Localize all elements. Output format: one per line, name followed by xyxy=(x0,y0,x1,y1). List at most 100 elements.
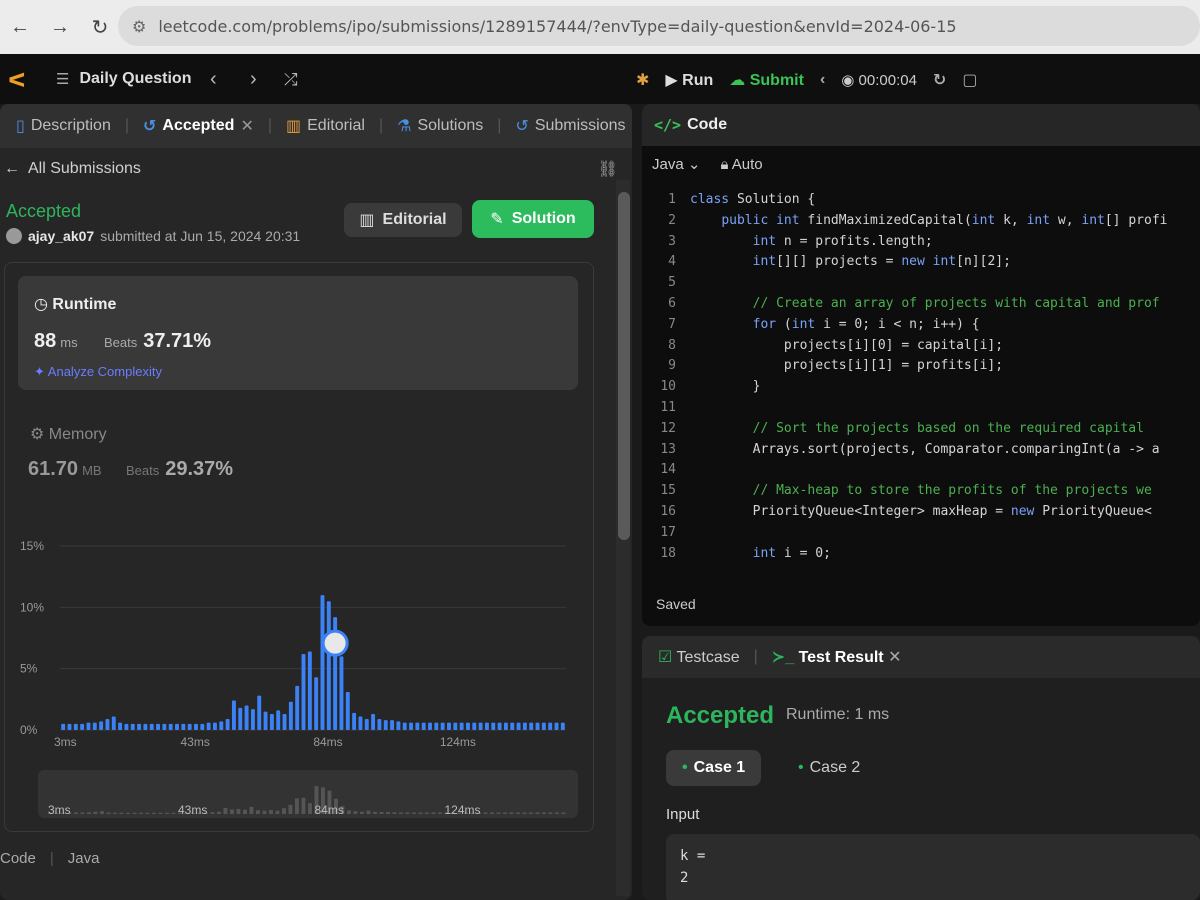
code-text: } xyxy=(690,379,761,395)
lock-icon: 🔒︎ xyxy=(720,155,729,173)
mini-bar xyxy=(145,812,150,814)
mini-bar xyxy=(366,810,371,814)
distribution-bar xyxy=(143,723,148,730)
code-editor[interactable]: 1 class Solution {2 public int findMaximi… xyxy=(642,190,1200,576)
case-1-tab[interactable]: • Case 1 xyxy=(666,750,762,786)
code-text: projects[i][0] = capital[i]; xyxy=(690,337,1004,353)
debug-icon[interactable]: ✱ xyxy=(636,70,649,90)
list-icon: ☰ xyxy=(56,71,70,88)
site-settings-icon[interactable]: ⚙ xyxy=(132,17,146,36)
mini-x-label: 124ms xyxy=(445,803,481,817)
runtime-card[interactable]: ◷ Runtime 88 ms Beats 37.71% ✦ Analyze Com… xyxy=(18,276,578,390)
code-line: 9 projects[i][1] = profits[i]; xyxy=(642,356,1200,377)
memory-unit: MB xyxy=(82,463,102,478)
distribution-bar xyxy=(415,722,420,730)
username[interactable]: ajay_ak07 xyxy=(28,228,94,244)
editorial-button[interactable]: ▥ Editorial xyxy=(344,203,462,237)
x-tick-label: 84ms xyxy=(313,735,342,749)
case-2-tab[interactable]: • Case 2 xyxy=(782,750,876,786)
shuffle-icon[interactable]: ⤮ xyxy=(284,70,298,90)
reload-icon[interactable]: ↻ xyxy=(80,0,120,54)
tab-label: Editorial xyxy=(307,117,365,134)
result-tabs: ☑ Testcase | ≻_ Test Result ✕ xyxy=(642,636,1200,678)
analyze-complexity-link[interactable]: ✦ Analyze Complexity xyxy=(34,364,162,380)
beats-label: Beats xyxy=(126,463,160,478)
runtime-distribution-chart[interactable]: 15% 10% 5% 0% 3ms 43ms 84ms 124ms xyxy=(0,534,600,750)
distribution-bar xyxy=(314,677,319,730)
close-tab-icon[interactable]: ✕ xyxy=(888,649,901,666)
note-icon[interactable]: ▢ xyxy=(962,70,977,90)
flask-icon: ⚗ xyxy=(397,118,412,135)
range-selector[interactable]: 3ms 43ms 84ms 124ms xyxy=(38,770,578,818)
link-icon[interactable]: ⛓ xyxy=(598,159,618,179)
x-tick-label: 3ms xyxy=(54,735,77,749)
distribution-bar xyxy=(352,712,357,730)
memory-label[interactable]: ⚙ Memory xyxy=(30,424,107,444)
distribution-bar xyxy=(326,601,331,730)
solution-button[interactable]: ✎ Solution xyxy=(472,200,594,238)
tab-divider: | xyxy=(497,117,502,134)
distribution-bar xyxy=(61,723,66,730)
submit-button[interactable]: ☁ Submit xyxy=(729,70,804,90)
mini-bar xyxy=(282,808,286,814)
distribution-bar xyxy=(478,722,483,730)
mini-bar xyxy=(548,812,553,814)
distribution-bar xyxy=(244,705,249,730)
distribution-bar xyxy=(491,722,496,730)
next-problem-icon[interactable]: › xyxy=(250,68,257,91)
submission-status: Accepted xyxy=(6,201,82,221)
distribution-bar xyxy=(390,720,395,730)
code-text: // Sort the projects based on the requir… xyxy=(690,420,1144,436)
tab-accepted[interactable]: ↺ Accepted ✕ xyxy=(135,116,262,136)
code-text: class Solution { xyxy=(690,192,816,207)
distribution-bar xyxy=(421,722,426,730)
tab-description[interactable]: ▯ Description xyxy=(8,116,119,136)
mini-bar xyxy=(236,808,241,814)
reset-timer-icon[interactable]: ↻ xyxy=(933,70,946,90)
distribution-bar xyxy=(554,722,559,730)
tab-editorial[interactable]: ▥ Editorial xyxy=(278,116,373,136)
distribution-bar xyxy=(402,722,407,730)
distribution-bar xyxy=(137,723,142,730)
history-icon: ↺ xyxy=(143,118,157,135)
mini-bar xyxy=(295,798,299,814)
distribution-bar xyxy=(339,656,344,730)
tab-solutions[interactable]: ⚗ Solutions xyxy=(389,116,491,136)
run-button[interactable]: ▶ Run xyxy=(665,70,713,90)
distribution-bar xyxy=(92,722,97,730)
y-tick-label: 15% xyxy=(20,539,44,553)
leetcode-logo-icon[interactable]: ᐸ xyxy=(8,68,30,92)
forward-icon[interactable]: → xyxy=(40,0,80,54)
tab-test-result[interactable]: ≻_ Test Result ✕ xyxy=(772,647,902,667)
memory-beats-value: 29.37% xyxy=(165,458,234,480)
tab-submissions[interactable]: ↺ Submissions xyxy=(507,116,632,136)
mini-bar xyxy=(516,812,520,814)
daily-question-nav[interactable]: ☰ Daily Question xyxy=(56,70,191,88)
run-label: Run xyxy=(682,72,714,89)
language-select[interactable]: Java ⌄ xyxy=(652,155,700,173)
collapse-icon[interactable]: ‹ xyxy=(820,71,825,89)
back-icon[interactable]: ← xyxy=(0,0,40,54)
code-line: 16 PriorityQueue<Integer> maxHeap = new … xyxy=(642,502,1200,523)
book-icon: ▥ xyxy=(286,118,302,135)
mini-bar xyxy=(529,812,533,814)
tab-testcase[interactable]: ☑ Testcase xyxy=(658,647,740,667)
distribution-bar xyxy=(187,723,192,730)
all-submissions-link[interactable]: ← All Submissions ⛓ xyxy=(0,148,632,190)
mini-bar xyxy=(353,811,358,814)
runtime-number: 88 xyxy=(34,330,57,352)
code-text: int[][] projects = new int[n][2]; xyxy=(752,254,1011,270)
address-bar[interactable]: ⚙ leetcode.com/problems/ipo/submissions/… xyxy=(118,6,1200,46)
distribution-bar xyxy=(73,723,78,730)
avatar xyxy=(6,228,22,244)
auto-mode[interactable]: 🔒︎ Auto xyxy=(720,156,762,173)
code-line: 15 // Max-heap to store the profits of t… xyxy=(642,481,1200,502)
code-line: 14 xyxy=(642,460,1200,481)
prev-problem-icon[interactable]: ‹ xyxy=(210,68,217,91)
timer[interactable]: ◉ 00:00:04 xyxy=(841,71,917,89)
mini-bar xyxy=(509,812,514,814)
scrollbar-thumb[interactable] xyxy=(618,192,630,540)
distribution-bar xyxy=(200,723,205,730)
close-tab-icon[interactable]: ✕ xyxy=(240,116,253,136)
mini-bar xyxy=(269,809,273,814)
